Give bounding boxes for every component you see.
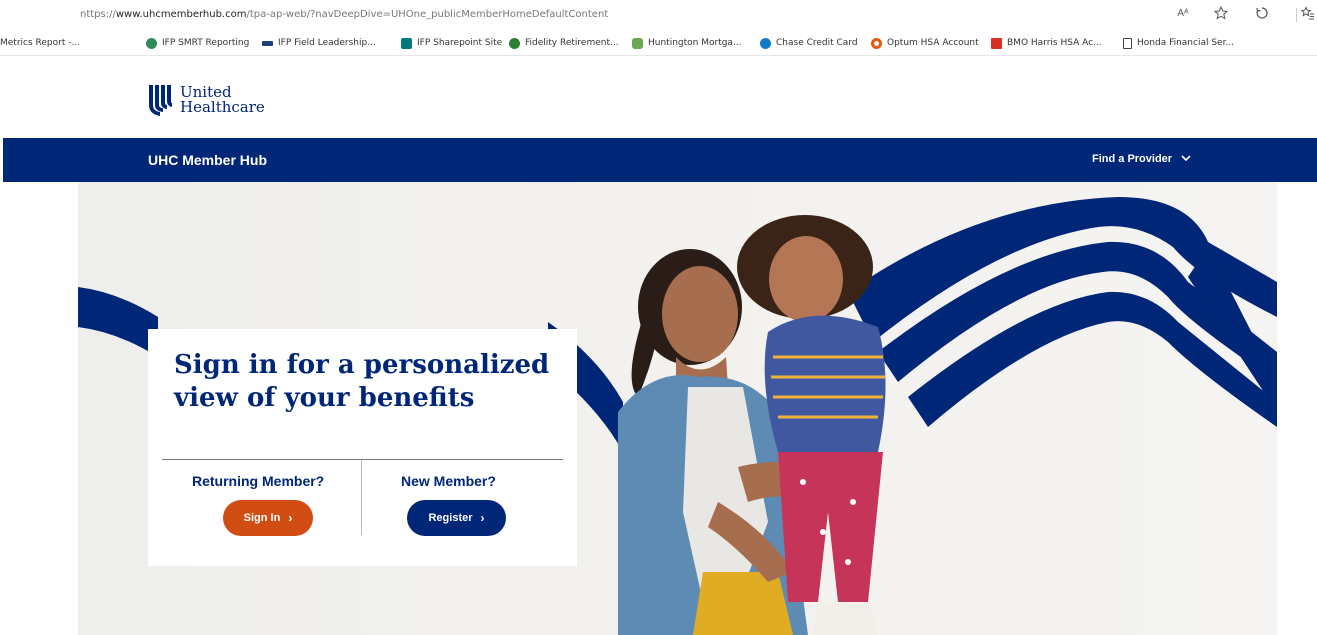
read-aloud-icon[interactable]: Aᴬ bbox=[1175, 8, 1191, 19]
bookmark-metrics-report[interactable]: Metrics Report -... bbox=[0, 36, 80, 50]
bookmark-favicon bbox=[509, 37, 520, 49]
bmo-icon bbox=[991, 37, 1002, 49]
bookmark-honda-financial[interactable]: Honda Financial Ser... bbox=[1123, 36, 1234, 50]
bookmark-chase-credit-card[interactable]: Chase Credit Card bbox=[760, 36, 858, 50]
sign-in-button[interactable]: Sign In › bbox=[223, 500, 313, 536]
chevron-right-icon: › bbox=[480, 511, 485, 525]
register-label: Register bbox=[428, 512, 473, 524]
bookmark-bmo-harris-hsa[interactable]: BMO Harris HSA Ac... bbox=[991, 36, 1102, 50]
bookmark-favicon bbox=[632, 37, 643, 49]
optum-icon bbox=[871, 37, 882, 49]
address-bar[interactable]: nttps://www.uhcmemberhub.com/tpa-ap-web/… bbox=[0, 0, 1317, 30]
card-divider bbox=[162, 459, 563, 460]
bookmark-fidelity-retirement[interactable]: Fidelity Retirement... bbox=[509, 36, 619, 50]
find-provider-label: Find a Provider bbox=[1092, 153, 1173, 165]
top-nav: UHC Member Hub Find a Provider bbox=[3, 138, 1317, 182]
bookmark-huntington-mortgage[interactable]: Huntington Mortga... bbox=[632, 36, 742, 50]
uhc-shield-icon bbox=[149, 85, 172, 116]
chase-icon bbox=[760, 37, 771, 49]
favorites-bar-icon[interactable] bbox=[1300, 6, 1316, 23]
bookmarks-bar: Metrics Report -... IFP SMRT Reporting I… bbox=[0, 30, 1317, 56]
bookmark-ifp-smrt-reporting[interactable]: IFP SMRT Reporting bbox=[146, 36, 249, 50]
bookmark-favicon bbox=[262, 40, 273, 46]
register-button[interactable]: Register › bbox=[407, 500, 506, 536]
bookmark-favicon bbox=[146, 37, 157, 49]
card-column-divider bbox=[361, 460, 362, 535]
new-member-label: New Member? bbox=[401, 473, 496, 489]
toolbar-separator bbox=[1296, 8, 1297, 22]
site-title[interactable]: UHC Member Hub bbox=[148, 152, 267, 168]
returning-member-label: Returning Member? bbox=[192, 473, 325, 489]
chevron-down-icon bbox=[1181, 154, 1191, 165]
unitedhealthcare-logo[interactable]: United Healthcare bbox=[148, 82, 265, 118]
bookmark-ifp-sharepoint[interactable]: IFP Sharepoint Site bbox=[401, 36, 502, 50]
sharepoint-icon bbox=[401, 37, 412, 49]
chevron-right-icon: › bbox=[288, 511, 293, 525]
find-provider-menu[interactable]: Find a Provider bbox=[1092, 153, 1191, 165]
favorite-icon[interactable] bbox=[1213, 5, 1229, 23]
url-text[interactable]: nttps://www.uhcmemberhub.com/tpa-ap-web/… bbox=[80, 9, 608, 20]
bookmark-optum-hsa[interactable]: Optum HSA Account bbox=[871, 36, 979, 50]
bookmark-ifp-field-leadership[interactable]: IFP Field Leadership... bbox=[262, 36, 376, 50]
extensions-icon[interactable] bbox=[1254, 6, 1270, 23]
page-icon bbox=[1123, 37, 1132, 49]
sign-in-card: Sign in for a personalized view of your … bbox=[148, 329, 577, 566]
sign-in-heading: Sign in for a personalized view of your … bbox=[174, 350, 550, 413]
brand-name: United Healthcare bbox=[180, 83, 265, 116]
sign-in-label: Sign In bbox=[243, 512, 281, 524]
